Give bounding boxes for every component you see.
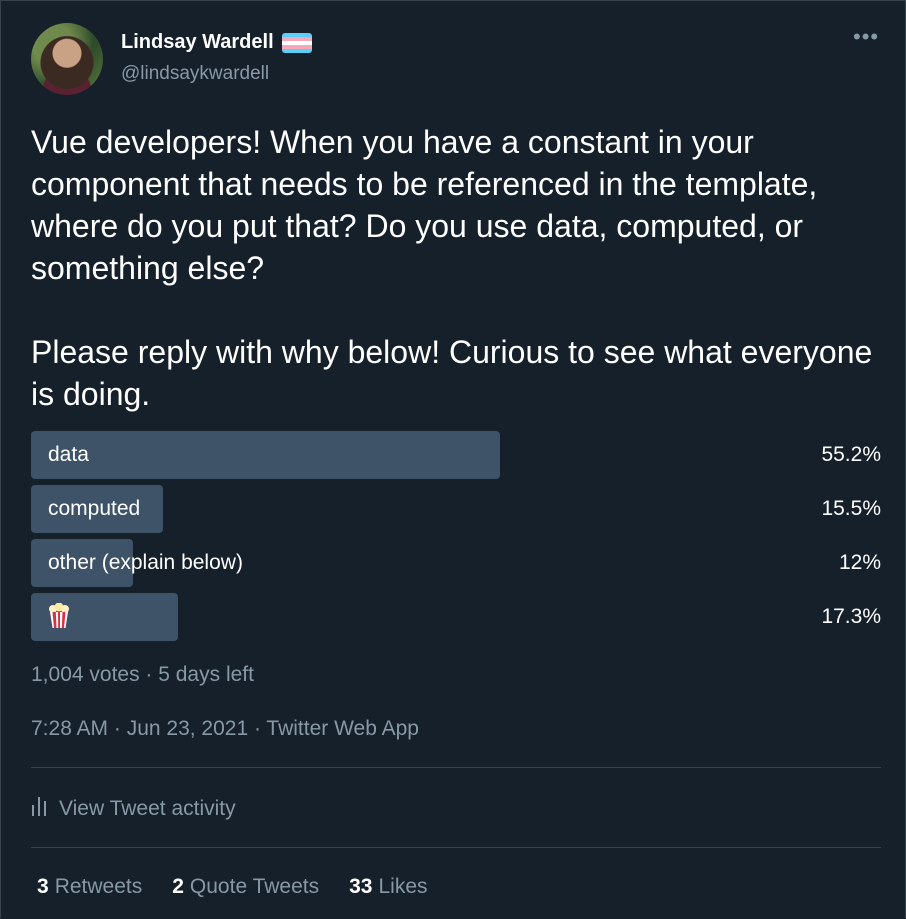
flag-stripe [281, 48, 312, 53]
poll: data 55.2% computed 15.5% other (explain… [31, 431, 881, 647]
avatar[interactable] [31, 23, 103, 95]
quote-tweets-label: Quote Tweets [189, 875, 320, 898]
poll-option-percent: 12% [838, 551, 881, 574]
poll-summary: 1,004 votes · 5 days left [31, 663, 254, 686]
divider [31, 767, 881, 768]
poll-option-label: other (explain below) [48, 551, 243, 574]
poll-option: data 55.2% [31, 431, 881, 479]
quote-tweets-count: 2 [172, 875, 184, 898]
poll-option-label [48, 593, 70, 641]
engagement-stats: 3 Retweets 2 Quote Tweets 33 Likes [37, 875, 428, 899]
tweet-paragraph: Please reply with why below! Curious to … [31, 334, 873, 412]
tweet-text: Vue developers! When you have a constant… [31, 121, 881, 415]
poll-option-percent: 17.3% [821, 605, 881, 628]
author-display-name[interactable]: Lindsay Wardell [121, 31, 274, 54]
poll-option-percent: 55.2% [821, 443, 881, 466]
tweet-timestamp[interactable]: 7:28 AM · Jun 23, 2021 · Twitter Web App [31, 717, 419, 741]
retweets-label: Retweets [54, 875, 143, 898]
poll-bar [31, 431, 500, 479]
poll-option: 17.3% [31, 593, 881, 641]
popcorn-icon [48, 599, 70, 628]
tweet-paragraph: Vue developers! When you have a constant… [31, 124, 818, 286]
poll-option-label: data [48, 443, 89, 466]
activity-label: View Tweet activity [59, 797, 236, 820]
poll-option-label: computed [48, 497, 141, 520]
divider [31, 847, 881, 848]
more-options-icon[interactable]: ••• [853, 26, 879, 51]
retweets-stat[interactable]: 3 Retweets [37, 875, 142, 899]
author-name-row[interactable]: Lindsay Wardell [121, 31, 312, 54]
poll-option-percent: 15.5% [821, 497, 881, 520]
tweet-card: Lindsay Wardell @lindsaykwardell ••• Vue… [0, 0, 906, 918]
poll-option: computed 15.5% [31, 485, 881, 533]
quote-tweets-stat[interactable]: 2 Quote Tweets [172, 875, 319, 899]
analytics-icon [31, 795, 49, 823]
author-handle[interactable]: @lindsaykwardell [121, 63, 269, 85]
likes-stat[interactable]: 33 Likes [349, 875, 427, 899]
view-tweet-activity-link[interactable]: View Tweet activity [31, 795, 236, 823]
transgender-flag-icon [281, 32, 312, 53]
likes-count: 33 [349, 875, 373, 898]
poll-option: other (explain below) 12% [31, 539, 881, 587]
retweets-count: 3 [37, 875, 49, 898]
likes-label: Likes [378, 875, 428, 898]
